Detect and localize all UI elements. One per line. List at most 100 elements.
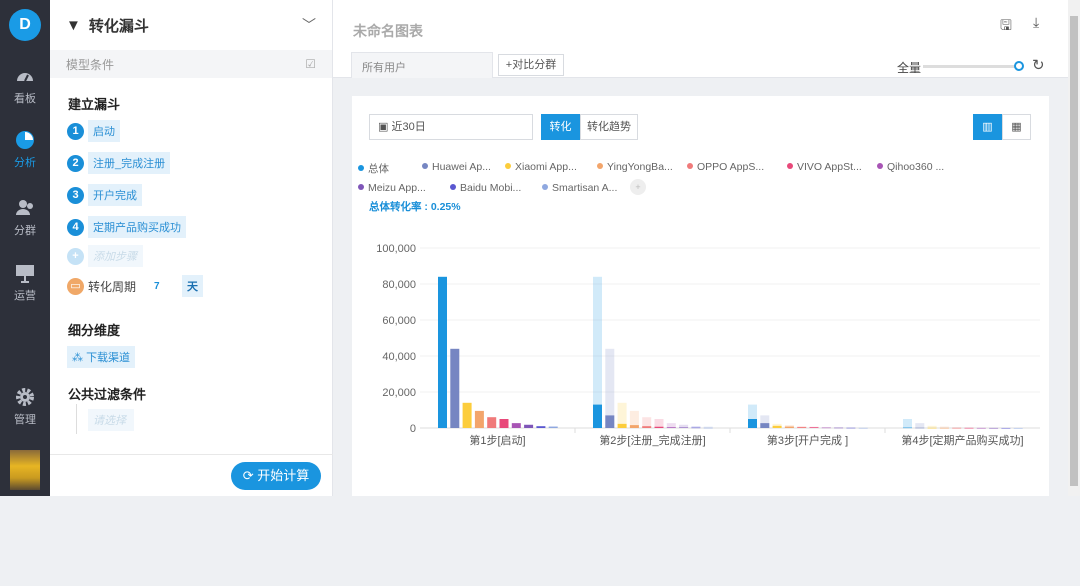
- legend-dot: [542, 184, 548, 190]
- bar-chart-view-button[interactable]: ▥: [973, 114, 1002, 140]
- bar: [810, 427, 819, 428]
- compare-segment-button[interactable]: +对比分群: [498, 54, 564, 76]
- bar: [450, 349, 459, 428]
- breakdown-chip[interactable]: ⁂ 下载渠道: [67, 346, 135, 368]
- legend-item[interactable]: 总体: [358, 161, 389, 176]
- date-range-picker[interactable]: ▣ 近30日: [369, 114, 533, 140]
- bar: [655, 427, 664, 428]
- legend-label: Huawei Ap...: [432, 161, 491, 173]
- breakdown-heading: 细分维度: [68, 320, 120, 339]
- tab-all-users[interactable]: 所有用户: [351, 52, 493, 78]
- nav-item-dashboard[interactable]: 看板: [0, 66, 50, 106]
- bar: [977, 428, 986, 429]
- legend-label: OPPO AppS...: [697, 161, 764, 173]
- scope-label: 全量: [897, 59, 921, 76]
- step-event[interactable]: 启动: [88, 120, 120, 142]
- mode-trend-button[interactable]: 转化趋势: [580, 114, 638, 140]
- legend-item[interactable]: Huawei Ap...: [422, 161, 491, 173]
- scrollbar[interactable]: [1068, 0, 1080, 496]
- funnel-step[interactable]: 1启动: [67, 120, 120, 142]
- previous-step-bar: [952, 427, 961, 428]
- previous-step-bar: [915, 423, 924, 428]
- bar: [593, 405, 602, 428]
- overall-conversion-rate: 总体转化率 : 0.25%: [369, 199, 461, 214]
- filter-divider: [76, 404, 77, 434]
- nav-label: 运营: [14, 290, 36, 302]
- bar-chart-icon: ▥: [982, 121, 992, 133]
- bar: [605, 415, 614, 428]
- legend-dot: [687, 163, 693, 169]
- bar: [487, 417, 496, 428]
- table-view-button[interactable]: ▦: [1002, 114, 1031, 140]
- funnel-step[interactable]: 3开户完成: [67, 184, 142, 206]
- chevron-down-icon[interactable]: ﹀: [302, 15, 316, 35]
- table-icon: ▦: [1011, 121, 1021, 133]
- slider-handle[interactable]: [1014, 61, 1024, 71]
- funnel-step[interactable]: 2注册_完成注册: [67, 152, 170, 174]
- legend-label: Xiaomi App...: [515, 161, 577, 173]
- build-funnel-heading: 建立漏斗: [68, 94, 120, 113]
- legend-item[interactable]: VIVO AppSt...: [787, 161, 862, 173]
- nav-item-operations[interactable]: 运营: [0, 263, 50, 303]
- y-tick-label: 60,000: [382, 315, 416, 327]
- previous-step-bar: [940, 427, 949, 428]
- legend-item[interactable]: Qihoo360 ...: [877, 161, 944, 173]
- add-step-input[interactable]: 添加步骤: [88, 245, 143, 267]
- legend-item[interactable]: YingYongBa...: [597, 161, 673, 173]
- legend-more-button[interactable]: +: [630, 179, 646, 195]
- left-nav: D 看板 分析 分群 运营 管理: [0, 0, 50, 496]
- panel-title: 转化漏斗: [89, 15, 149, 36]
- nav-label: 分析: [14, 157, 36, 169]
- bar: [965, 428, 974, 429]
- mode-conversion-button[interactable]: 转化: [541, 114, 580, 140]
- start-calc-button[interactable]: ⟳ 开始计算: [231, 462, 321, 490]
- bar: [642, 426, 651, 428]
- x-tick-label: 第1步[启动]: [469, 433, 525, 447]
- legend-dot: [358, 165, 364, 171]
- bar: [475, 411, 484, 428]
- breakdown-dimension[interactable]: ⁂ 下载渠道: [67, 346, 135, 368]
- filter-heading: 公共过滤条件: [68, 384, 146, 403]
- y-tick-label: 20,000: [382, 387, 416, 399]
- bar: [438, 277, 447, 428]
- nav-label: 看板: [14, 93, 36, 105]
- bar: [512, 423, 521, 428]
- filter-select[interactable]: 请选择: [88, 409, 134, 431]
- bar: [834, 428, 843, 429]
- edit-icon[interactable]: ☑: [305, 57, 316, 71]
- scrollbar-thumb[interactable]: [1070, 16, 1078, 486]
- conversion-period: ▭转化周期7天: [67, 275, 203, 297]
- legend-item[interactable]: Xiaomi App...: [505, 161, 577, 173]
- nav-label: 分群: [14, 225, 36, 237]
- period-value-input[interactable]: 7: [154, 281, 182, 292]
- add-step[interactable]: +添加步骤: [67, 245, 143, 267]
- period-unit-select[interactable]: 天: [182, 275, 203, 297]
- chart-title[interactable]: 未命名图表: [353, 21, 423, 41]
- step-event[interactable]: 注册_完成注册: [88, 152, 170, 174]
- bar: [760, 423, 769, 428]
- refresh-icon[interactable]: ↻: [1032, 56, 1045, 74]
- nav-item-analysis[interactable]: 分析: [0, 130, 50, 170]
- bar: [549, 427, 558, 428]
- user-profile-image[interactable]: [10, 450, 40, 490]
- nav-item-segment[interactable]: 分群: [0, 198, 50, 238]
- save-icon[interactable]: 🖫: [1000, 15, 1012, 39]
- previous-step-bar: [655, 419, 664, 428]
- legend-item[interactable]: Meizu App...: [358, 182, 426, 194]
- funnel-step[interactable]: 4定期产品购买成功: [67, 216, 186, 238]
- nav-item-manage[interactable]: 管理: [0, 387, 50, 427]
- legend-dot: [422, 163, 428, 169]
- calendar-icon: ▣: [378, 121, 391, 133]
- step-event[interactable]: 开户完成: [88, 184, 142, 206]
- scope-slider[interactable]: [923, 65, 1015, 68]
- legend-label: Smartisan A...: [552, 182, 617, 194]
- date-value: 近30日: [391, 121, 425, 133]
- legend-item[interactable]: OPPO AppS...: [687, 161, 764, 173]
- legend-item[interactable]: Smartisan A...: [542, 182, 617, 194]
- legend-item[interactable]: Baidu Mobi...: [450, 182, 521, 194]
- legend-label: Qihoo360 ...: [887, 161, 944, 173]
- user-avatar[interactable]: D: [9, 9, 41, 41]
- step-event[interactable]: 定期产品购买成功: [88, 216, 186, 238]
- download-icon[interactable]: ⤓: [1033, 14, 1039, 31]
- legend-label: 总体: [368, 163, 389, 175]
